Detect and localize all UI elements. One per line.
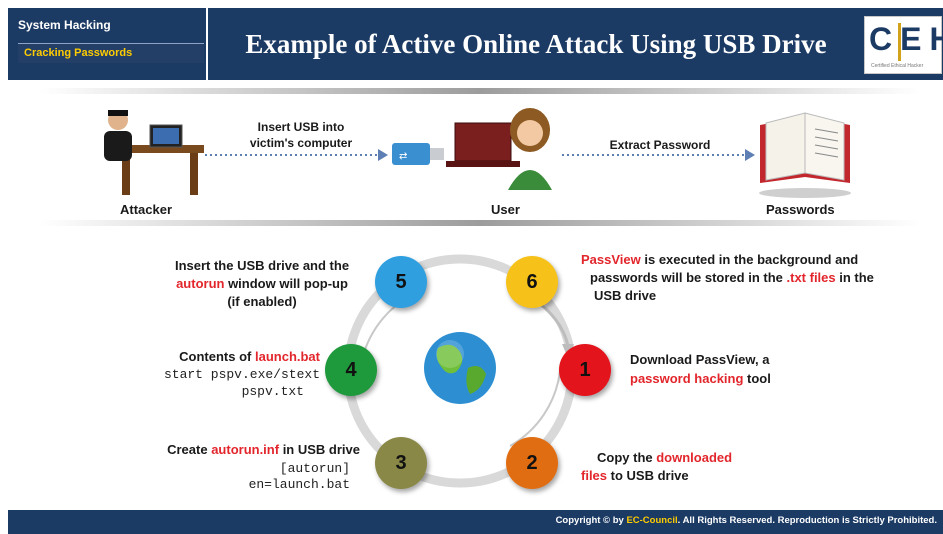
step-5-badge: 5	[375, 256, 427, 308]
step-3-line-1: Create autorun.inf in USB drive	[120, 442, 360, 457]
step-2-pre: Copy the	[597, 450, 657, 465]
globe-icon	[424, 332, 496, 404]
section-panel: System Hacking Cracking Passwords	[8, 8, 208, 80]
step-6-highlight-2: .txt files	[786, 270, 836, 285]
step-3-code-1: [autorun]	[279, 461, 350, 476]
step-2-line-1: Copy the downloaded	[597, 450, 732, 465]
step-1-line-1: Download PassView, a	[630, 352, 770, 367]
step-6-rest-1: is executed in the background and	[640, 252, 859, 267]
step-5-line-1: Insert the USB drive and the	[174, 258, 350, 273]
logo-bar	[898, 23, 901, 61]
step-6-line-3: USB drive	[594, 288, 657, 303]
user-icon	[446, 108, 552, 190]
step-4-pre: Contents of	[179, 349, 255, 364]
step-6-line-2: passwords will be stored in the .txt fil…	[590, 270, 874, 285]
step-4-highlight: launch.bat	[254, 349, 320, 364]
step-5-rest: window will pop-up	[224, 276, 348, 291]
slide-title: Example of Active Online Attack Using US…	[245, 28, 827, 59]
svg-text:⇄: ⇄	[399, 151, 407, 162]
step-1-rest: tool	[743, 371, 771, 386]
step-1-highlight: password hacking	[630, 371, 744, 386]
step-3-rest: in USB drive	[279, 442, 360, 457]
footer-bar: Copyright © by EC-Council. All Rights Re…	[8, 510, 943, 534]
step-4-line-1: Contents of launch.bat	[100, 349, 320, 364]
step-3-highlight: autorun.inf	[211, 442, 280, 457]
user-label: User	[491, 202, 520, 217]
copyright-pre: Copyright © by	[555, 515, 627, 526]
copyright-rest: . All Rights Reserved. Reproduction is S…	[677, 515, 937, 526]
step-6-highlight-1: PassView	[581, 252, 641, 267]
step-2-line-2: files to USB drive	[581, 468, 689, 483]
step-4-code-1: start pspv.exe/stext	[163, 367, 320, 382]
step-1-line-2: password hacking tool	[630, 371, 771, 386]
step-2-rest: to USB drive	[607, 468, 689, 483]
arrow-head-1	[378, 149, 388, 161]
logo-caption: Certified Ethical Hacker	[871, 63, 924, 69]
step-5-line-3: (if enabled)	[227, 294, 297, 309]
step-3-pre: Create	[167, 442, 212, 457]
subsection-label: Cracking Passwords	[18, 43, 204, 63]
top-divider	[40, 88, 920, 94]
attacker-label: Attacker	[120, 202, 173, 217]
step-2-highlight-2: files	[581, 468, 608, 483]
step-1-badge: 1	[559, 344, 611, 396]
extract-password-label: Extract Password	[609, 138, 711, 152]
arrow-head-2	[745, 149, 755, 161]
step-4-badge: 4	[325, 344, 377, 396]
step-5-line-2: autorun window will pop-up	[157, 276, 367, 291]
step-5-highlight: autorun	[176, 276, 225, 291]
insert-usb-label-1: Insert USB into	[257, 120, 345, 134]
password-book-icon	[759, 112, 851, 198]
step-6-badge: 6	[506, 256, 558, 308]
attacker-icon	[104, 110, 204, 195]
passwords-label: Passwords	[766, 202, 835, 217]
copyright-text: Copyright © by EC-Council. All Rights Re…	[556, 515, 937, 526]
logo-text: CEH	[869, 21, 943, 57]
step-4-code-2: pspv.txt	[241, 384, 304, 399]
usb-drive-icon: ⇄	[392, 143, 444, 165]
insert-usb-label-2: victim's computer	[249, 136, 353, 150]
step-3-badge: 3	[375, 437, 427, 489]
step-6-rest-2: in the	[835, 270, 874, 285]
brand-name: EC-Council	[626, 515, 678, 526]
header-banner: System Hacking Cracking Passwords Exampl…	[8, 8, 943, 80]
step-6-line-1: PassView is executed in the background a…	[581, 252, 858, 267]
step-3-code-2: en=launch.bat	[248, 477, 350, 492]
step-6-pre-2: passwords will be stored in the	[590, 270, 787, 285]
middle-divider	[40, 220, 920, 226]
ceh-logo: CEH Certified Ethical Hacker	[864, 16, 943, 74]
step-2-badge: 2	[506, 437, 558, 489]
step-2-highlight-1: downloaded	[656, 450, 733, 465]
section-label: System Hacking	[18, 18, 111, 32]
